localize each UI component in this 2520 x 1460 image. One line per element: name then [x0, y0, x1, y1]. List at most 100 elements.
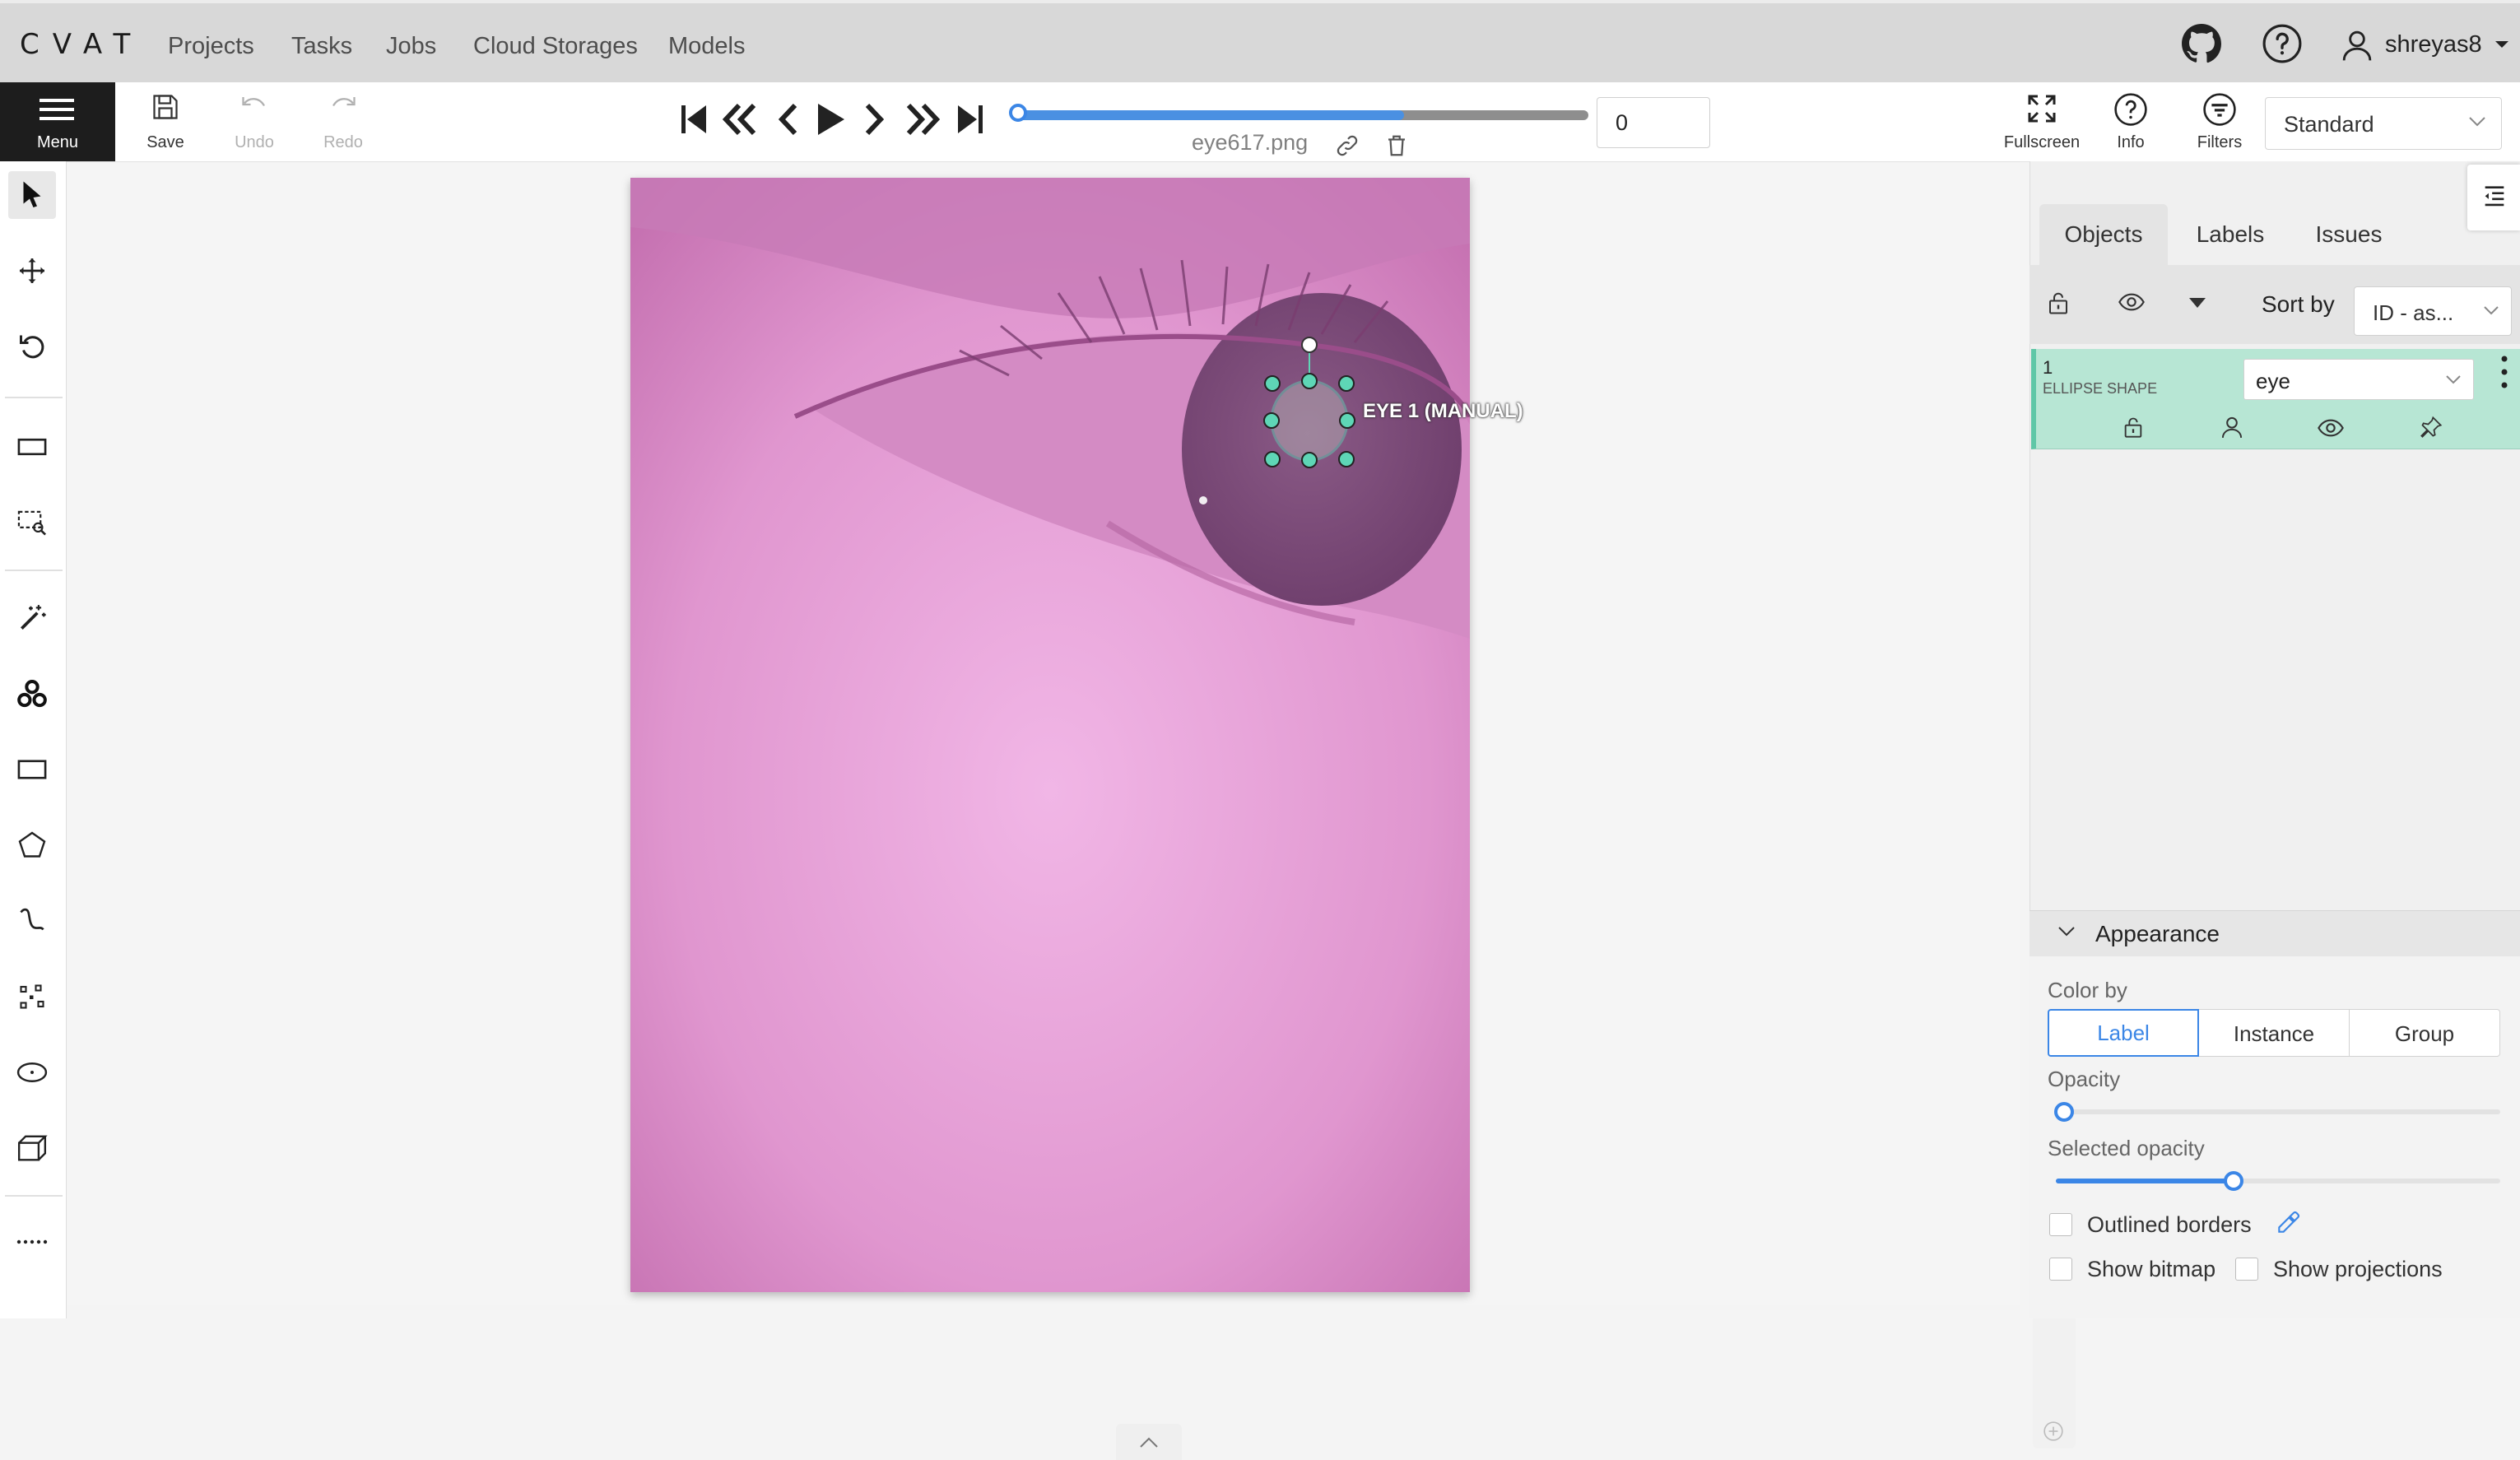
- outlined-borders-checkbox[interactable]: [2049, 1213, 2072, 1236]
- frame-number-input[interactable]: 0: [1597, 97, 1710, 148]
- frame-filename: eye617.png: [1192, 130, 1309, 155]
- annotated-image[interactable]: [630, 178, 1470, 1292]
- color-by-label-option[interactable]: Label: [2048, 1009, 2199, 1057]
- chevron-down-icon: [2468, 116, 2486, 128]
- object-label-value: eye: [2256, 369, 2290, 393]
- color-by-instance-option[interactable]: Instance: [2197, 1009, 2350, 1057]
- zoom-region-icon[interactable]: [8, 499, 56, 546]
- tab-issues[interactable]: Issues: [2291, 204, 2406, 265]
- nav-cloud-storages[interactable]: Cloud Storages: [473, 33, 638, 60]
- copy-link-icon[interactable]: [1335, 133, 1360, 158]
- object-pin-icon[interactable]: [2420, 415, 2443, 439]
- opencv-icon[interactable]: [8, 670, 56, 718]
- frame-slider[interactable]: [1009, 104, 1588, 122]
- fullscreen-button[interactable]: Fullscreen: [1997, 82, 2087, 161]
- rectangle-icon[interactable]: [8, 746, 56, 793]
- outlined-borders-label: Outlined borders: [2087, 1212, 2252, 1237]
- show-bitmap-label: Show bitmap: [2087, 1257, 2216, 1281]
- tool-divider: [5, 1195, 63, 1197]
- frame-slider-fill: [1012, 110, 1404, 120]
- next-frame-icon[interactable]: [864, 100, 887, 138]
- menu-button[interactable]: Menu: [0, 82, 115, 161]
- fullscreen-icon: [2025, 92, 2058, 125]
- first-frame-icon[interactable]: [680, 100, 708, 138]
- object-type: ELLIPSE SHAPE: [2043, 380, 2158, 397]
- appearance-title: Appearance: [2095, 921, 2220, 946]
- fullscreen-label: Fullscreen: [2003, 133, 2081, 151]
- nav-tasks[interactable]: Tasks: [291, 33, 352, 60]
- fast-forward-icon[interactable]: [904, 100, 942, 138]
- object-occluded-icon[interactable]: [2220, 415, 2243, 439]
- polygon-icon[interactable]: [8, 821, 56, 869]
- nav-models[interactable]: Models: [668, 33, 746, 60]
- cuboid-icon[interactable]: [8, 1124, 56, 1172]
- filters-label: Filters: [2197, 133, 2243, 151]
- save-icon: [151, 92, 180, 122]
- appearance-header[interactable]: Appearance: [2029, 910, 2520, 957]
- object-id: 1: [2043, 357, 2053, 378]
- opacity-slider-handle[interactable]: [2054, 1102, 2074, 1122]
- nav-jobs[interactable]: Jobs: [386, 33, 436, 60]
- tab-labels[interactable]: Labels: [2173, 204, 2288, 265]
- save-button[interactable]: Save: [120, 82, 211, 161]
- chevron-down-icon: [2445, 374, 2462, 384]
- polyline-icon[interactable]: [8, 897, 56, 945]
- ellipse-icon[interactable]: [8, 1049, 56, 1096]
- object-label-select[interactable]: eye: [2243, 359, 2474, 400]
- show-projections-checkbox[interactable]: [2235, 1258, 2258, 1281]
- undo-button[interactable]: Undo: [209, 82, 300, 161]
- sort-by-select[interactable]: ID - as...: [2354, 286, 2512, 336]
- filter-icon: [2202, 92, 2237, 127]
- workspace-select[interactable]: Standard: [2265, 97, 2502, 150]
- delete-frame-icon[interactable]: [1384, 133, 1409, 158]
- selected-opacity-slider-handle[interactable]: [2224, 1171, 2243, 1191]
- info-button[interactable]: Info: [2085, 82, 2176, 161]
- last-frame-icon[interactable]: [956, 100, 984, 138]
- collapse-all-icon[interactable]: [2188, 296, 2207, 309]
- controls-sidebar: [0, 161, 67, 1318]
- show-bitmap-checkbox[interactable]: [2049, 1258, 2072, 1281]
- info-icon: [2113, 92, 2148, 127]
- show-all-icon[interactable]: [2118, 291, 2145, 313]
- user-icon[interactable]: [2341, 28, 2374, 63]
- rotate-icon[interactable]: [8, 323, 56, 370]
- frame-slider-handle[interactable]: [1009, 104, 1027, 122]
- cursor-icon[interactable]: [8, 171, 56, 219]
- color-by-group-option[interactable]: Group: [2349, 1009, 2500, 1057]
- show-projections-label: Show projections: [2273, 1257, 2443, 1281]
- github-icon[interactable]: [2181, 23, 2222, 64]
- nav-projects[interactable]: Projects: [168, 33, 254, 60]
- ai-tools-icon[interactable]: [8, 594, 56, 642]
- user-name[interactable]: shreyas8: [2385, 31, 2482, 58]
- color-picker-icon[interactable]: [2275, 1210, 2301, 1236]
- zoom-in-icon[interactable]: [2043, 1420, 2064, 1442]
- move-icon[interactable]: [8, 247, 56, 295]
- object-lock-icon[interactable]: [2122, 415, 2145, 439]
- annotation-label: EYE 1 (MANUAL): [1363, 400, 1523, 422]
- user-caret-icon[interactable]: [2494, 40, 2510, 49]
- redo-button[interactable]: Redo: [298, 82, 388, 161]
- lock-all-icon[interactable]: [2046, 290, 2071, 316]
- menu-label: Menu: [36, 133, 79, 151]
- selected-opacity-slider[interactable]: [2056, 1171, 2500, 1191]
- more-icon[interactable]: [8, 1218, 56, 1266]
- object-more-icon[interactable]: [2500, 354, 2508, 390]
- object-visibility-icon[interactable]: [2318, 418, 2344, 438]
- help-icon[interactable]: [2262, 23, 2303, 64]
- points-icon[interactable]: [8, 973, 56, 1021]
- play-icon[interactable]: [815, 100, 848, 138]
- previous-frame-icon[interactable]: [775, 100, 798, 138]
- opacity-label: Opacity: [2048, 1067, 2121, 1091]
- filters-button[interactable]: Filters: [2174, 82, 2265, 161]
- redo-icon: [327, 92, 360, 122]
- fast-backward-icon[interactable]: [721, 100, 759, 138]
- cvat-logo[interactable]: CVAT: [20, 28, 143, 61]
- sidebar-collapse-button[interactable]: [2467, 165, 2520, 230]
- hamburger-icon: [40, 97, 74, 122]
- tool-divider: [5, 397, 63, 398]
- tab-objects[interactable]: Objects: [2039, 204, 2168, 265]
- opacity-slider[interactable]: [2054, 1102, 2500, 1122]
- bottom-panel-toggle[interactable]: [1116, 1424, 1182, 1460]
- fit-image-icon[interactable]: [8, 423, 56, 471]
- selected-opacity-slider-fill: [2056, 1179, 2234, 1183]
